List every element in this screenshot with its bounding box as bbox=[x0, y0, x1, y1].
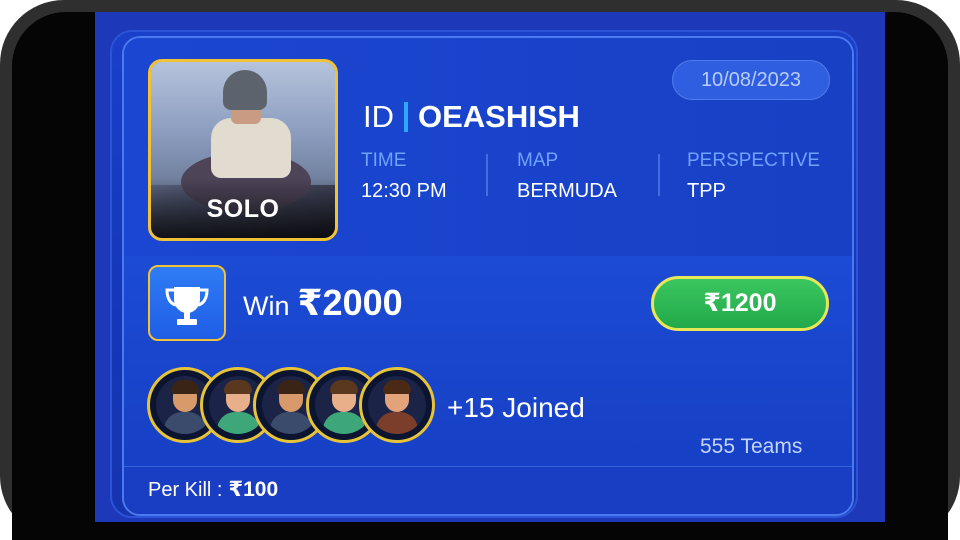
win-amount: ₹2000 bbox=[297, 282, 403, 323]
trophy-icon bbox=[165, 287, 209, 325]
avatar bbox=[359, 367, 435, 443]
match-date-badge: 10/08/2023 bbox=[672, 60, 830, 100]
perspective-label: PERSPECTIVE bbox=[687, 150, 821, 171]
match-id: ID OEASHISH bbox=[363, 98, 580, 136]
win-label: Win bbox=[243, 291, 290, 321]
per-kill-reward: Per Kill : ₹100 bbox=[148, 477, 278, 502]
perspective-value: TPP bbox=[687, 180, 726, 202]
per-kill-label: Per Kill : bbox=[148, 479, 223, 501]
map-value: BERMUDA bbox=[517, 180, 618, 202]
time-label: TIME bbox=[361, 150, 407, 171]
perspective-info: PERSPECTIVE TPP bbox=[687, 150, 820, 204]
info-divider bbox=[658, 154, 660, 196]
match-mode-label: SOLO bbox=[206, 195, 280, 223]
info-divider bbox=[486, 154, 488, 196]
win-prize: Win ₹2000 bbox=[243, 282, 403, 324]
time-value: 12:30 PM bbox=[361, 180, 447, 202]
time-info: TIME 12:30 PM bbox=[361, 150, 447, 204]
trophy-badge bbox=[148, 265, 226, 341]
id-prefix: ID bbox=[363, 99, 394, 134]
teams-count: 555 Teams bbox=[700, 435, 803, 458]
map-label: MAP bbox=[517, 150, 559, 171]
joined-avatars bbox=[147, 367, 447, 447]
thumbnail-character-body bbox=[211, 118, 291, 178]
per-kill-amount: ₹100 bbox=[228, 478, 279, 501]
map-info: MAP BERMUDA bbox=[517, 150, 617, 204]
id-separator bbox=[404, 102, 408, 132]
join-entry-fee-button[interactable]: ₹1200 bbox=[651, 276, 829, 331]
joined-count: +15 Joined bbox=[447, 392, 585, 423]
thumbnail-character-helmet bbox=[223, 70, 267, 110]
id-name: OEASHISH bbox=[418, 99, 580, 134]
match-thumbnail: SOLO bbox=[148, 59, 338, 241]
